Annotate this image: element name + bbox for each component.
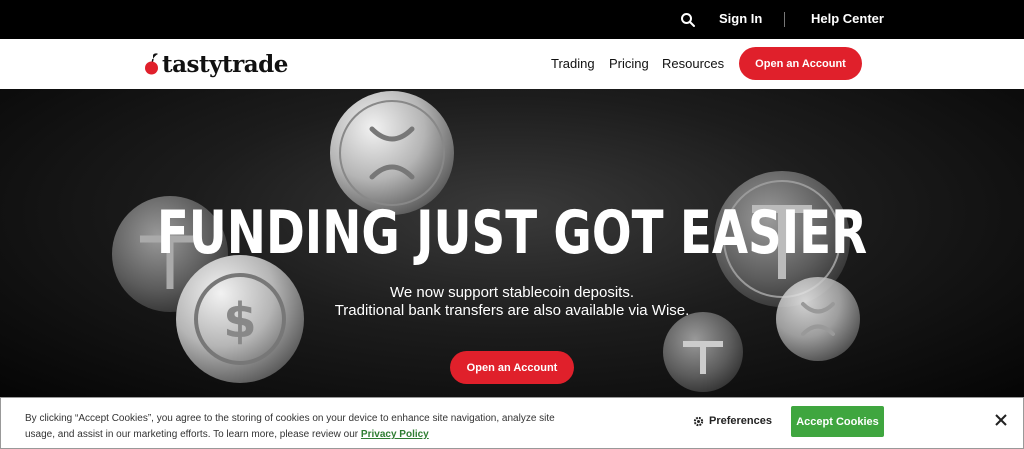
hero-subline-2: Traditional bank transfers are also avai… xyxy=(334,302,690,319)
hero-subline-1: We now support stablecoin deposits. xyxy=(389,284,635,301)
preferences-button[interactable]: Preferences xyxy=(693,415,772,427)
cherry-icon xyxy=(145,53,158,75)
accept-cookies-button[interactable]: Accept Cookies xyxy=(791,406,884,437)
gear-icon xyxy=(693,416,704,426)
cookie-message-text: By clicking “Accept Cookies”, you agree … xyxy=(25,413,555,440)
sign-in-link[interactable]: Sign In xyxy=(719,11,762,26)
tastytrade-logo[interactable]: tastytrade xyxy=(144,50,288,78)
hero-open-account-button[interactable]: Open an Account xyxy=(450,351,574,384)
privacy-policy-link[interactable]: Privacy Policy xyxy=(361,429,429,440)
open-account-button[interactable]: Open an Account xyxy=(739,47,862,80)
logo-wordmark: tastytrade xyxy=(162,50,288,78)
close-icon[interactable] xyxy=(994,413,1008,427)
cookie-message: By clicking “Accept Cookies”, you agree … xyxy=(25,411,585,443)
top-utility-bar: Sign In Help Center xyxy=(0,0,1024,39)
help-center-link[interactable]: Help Center xyxy=(811,11,884,26)
nav-link-pricing[interactable]: Pricing xyxy=(609,56,649,71)
main-nav: tastytrade Trading Pricing Resources Ope… xyxy=(0,39,1024,89)
nav-link-trading[interactable]: Trading xyxy=(551,56,595,71)
hero-section: $ FUNDING JUST GOT EASIER We now support… xyxy=(0,89,1024,397)
nav-link-resources[interactable]: Resources xyxy=(662,56,724,71)
hero-headline: FUNDING JUST GOT EASIER xyxy=(156,198,868,268)
search-icon[interactable] xyxy=(680,12,696,28)
preferences-label: Preferences xyxy=(709,415,772,427)
topbar-divider xyxy=(784,12,785,27)
tether-coin-small xyxy=(663,312,743,392)
cookie-banner: By clicking “Accept Cookies”, you agree … xyxy=(0,397,1024,449)
usdc-coin: $ xyxy=(176,255,304,383)
